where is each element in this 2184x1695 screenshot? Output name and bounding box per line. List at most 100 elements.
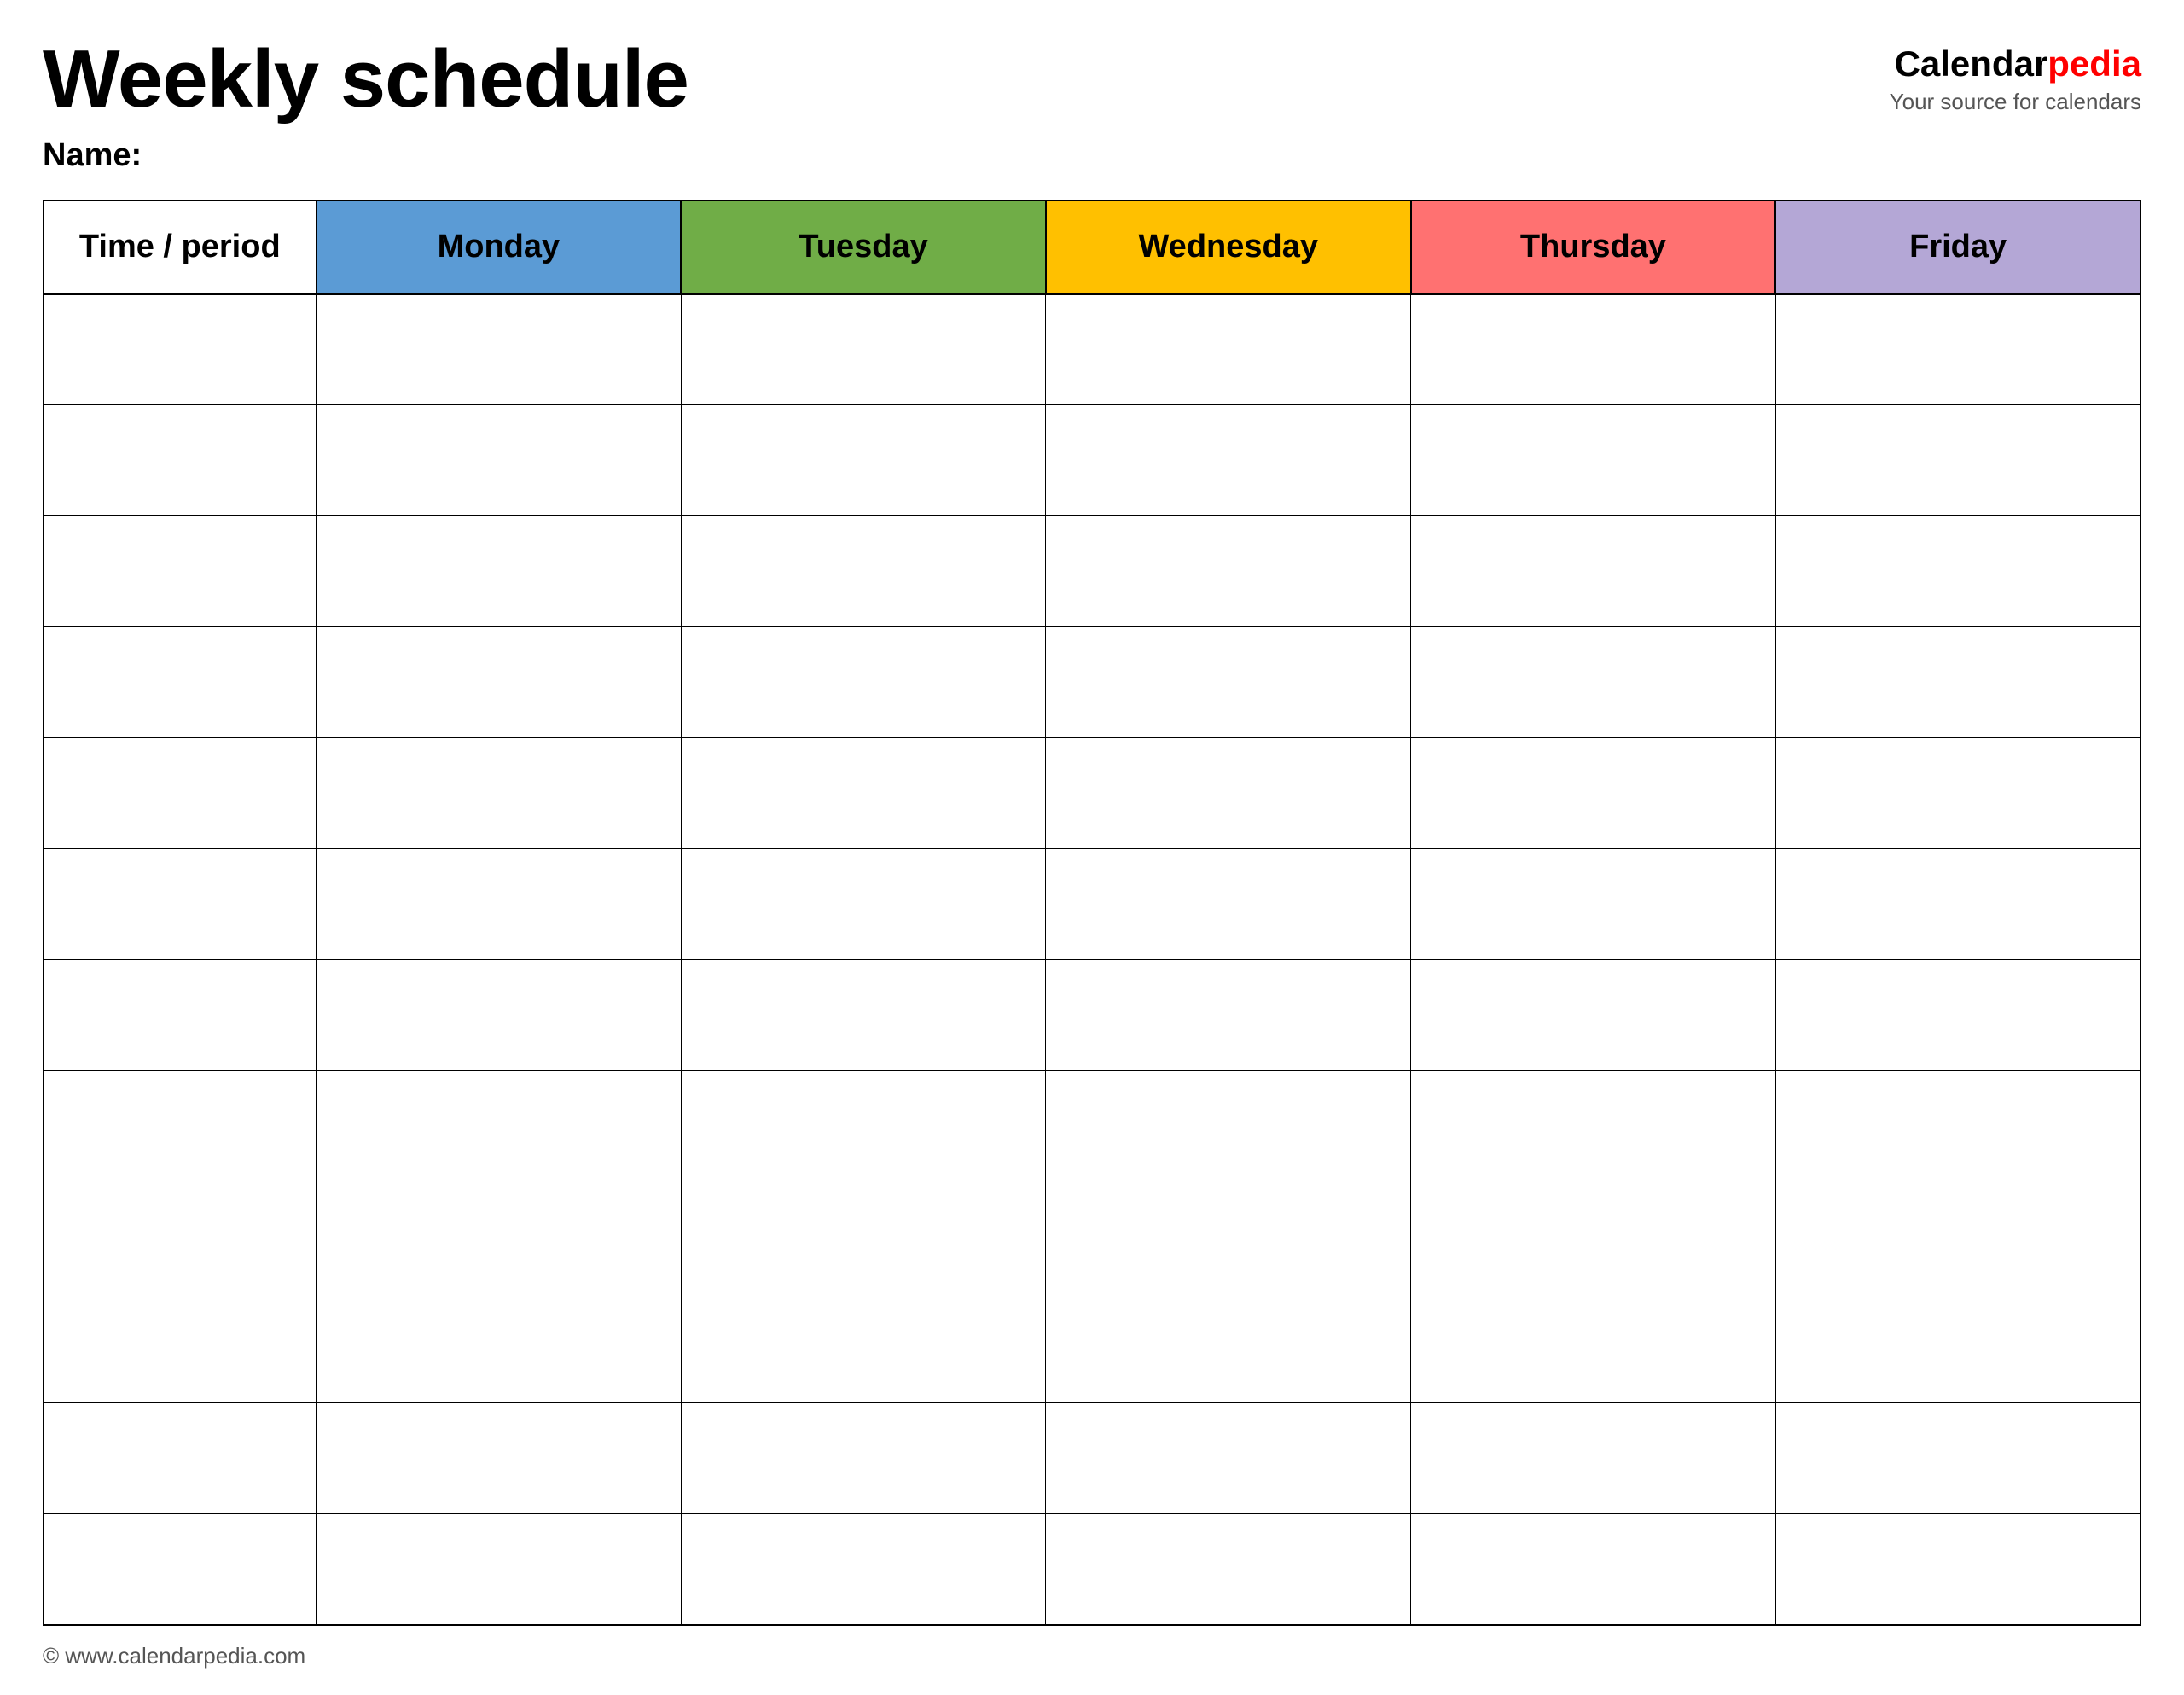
table-cell[interactable] [317,627,682,738]
table-cell[interactable] [1411,294,1776,405]
col-header-friday: Friday [1775,200,2140,294]
table-cell[interactable] [317,849,682,960]
table-cell[interactable] [317,1181,682,1292]
table-cell[interactable] [1046,960,1411,1071]
col-header-tuesday: Tuesday [681,200,1046,294]
table-cell[interactable] [44,294,317,405]
table-cell[interactable] [317,405,682,516]
table-cell[interactable] [681,1181,1046,1292]
table-cell[interactable] [1046,849,1411,960]
table-header-row: Time / period Monday Tuesday Wednesday T… [44,200,2140,294]
table-cell[interactable] [681,849,1046,960]
table-cell[interactable] [44,516,317,627]
table-cell[interactable] [1411,627,1776,738]
table-cell[interactable] [44,1181,317,1292]
table-cell[interactable] [1411,516,1776,627]
table-cell[interactable] [681,516,1046,627]
table-cell[interactable] [1046,1403,1411,1514]
table-cell[interactable] [44,1514,317,1625]
table-cell[interactable] [1046,1514,1411,1625]
logo-text: Calendarpedia [1890,43,2141,85]
footer-url: © www.calendarpedia.com [43,1643,305,1669]
table-cell[interactable] [1046,627,1411,738]
logo-calendar-part: Calendar [1895,44,2048,84]
table-cell[interactable] [681,1071,1046,1181]
col-header-wednesday: Wednesday [1046,200,1411,294]
table-cell[interactable] [1411,1071,1776,1181]
logo-tagline: Your source for calendars [1890,89,2141,115]
col-header-time: Time / period [44,200,317,294]
table-cell[interactable] [681,960,1046,1071]
table-cell[interactable] [681,405,1046,516]
table-cell[interactable] [1775,627,2140,738]
table-cell[interactable] [1411,738,1776,849]
table-cell[interactable] [1046,1071,1411,1181]
table-cell[interactable] [681,1514,1046,1625]
table-cell[interactable] [317,1514,682,1625]
table-cell[interactable] [1775,1181,2140,1292]
table-cell[interactable] [44,627,317,738]
table-cell[interactable] [44,1292,317,1403]
table-cell[interactable] [44,849,317,960]
table-cell[interactable] [1775,738,2140,849]
weekly-schedule-table: Time / period Monday Tuesday Wednesday T… [43,200,2141,1626]
table-cell[interactable] [44,960,317,1071]
table-cell[interactable] [1775,405,2140,516]
table-cell[interactable] [1046,1292,1411,1403]
table-row [44,960,2140,1071]
table-cell[interactable] [681,1403,1046,1514]
table-row [44,1181,2140,1292]
col-header-thursday: Thursday [1411,200,1776,294]
table-cell[interactable] [317,960,682,1071]
col-header-monday: Monday [317,200,682,294]
logo-pedia-part: pedia [2048,44,2141,84]
table-cell[interactable] [681,627,1046,738]
table-cell[interactable] [1775,516,2140,627]
table-cell[interactable] [1775,1403,2140,1514]
table-cell[interactable] [1411,1403,1776,1514]
name-label: Name: [43,137,688,174]
table-cell[interactable] [1775,960,2140,1071]
table-cell[interactable] [681,738,1046,849]
title-area: Weekly schedule Name: [43,34,688,174]
table-row [44,405,2140,516]
table-cell[interactable] [317,1071,682,1181]
table-cell[interactable] [1046,516,1411,627]
table-cell[interactable] [317,516,682,627]
table-cell[interactable] [44,1071,317,1181]
table-cell[interactable] [1411,1181,1776,1292]
table-cell[interactable] [1775,1292,2140,1403]
table-row [44,1403,2140,1514]
table-cell[interactable] [681,294,1046,405]
table-row [44,849,2140,960]
table-cell[interactable] [44,738,317,849]
table-cell[interactable] [1411,1292,1776,1403]
table-cell[interactable] [1046,405,1411,516]
table-cell[interactable] [1775,1514,2140,1625]
table-row [44,627,2140,738]
table-cell[interactable] [1775,1071,2140,1181]
table-cell[interactable] [1411,1514,1776,1625]
table-row [44,294,2140,405]
table-cell[interactable] [1046,1181,1411,1292]
header: Weekly schedule Name: Calendarpedia Your… [43,34,2141,174]
table-row [44,1514,2140,1625]
table-row [44,516,2140,627]
page-title: Weekly schedule [43,34,688,125]
table-cell[interactable] [317,738,682,849]
table-cell[interactable] [317,1292,682,1403]
table-cell[interactable] [1046,294,1411,405]
table-cell[interactable] [1775,849,2140,960]
table-cell[interactable] [1046,738,1411,849]
table-cell[interactable] [44,405,317,516]
table-cell[interactable] [317,1403,682,1514]
table-cell[interactable] [317,294,682,405]
table-cell[interactable] [681,1292,1046,1403]
table-cell[interactable] [1411,849,1776,960]
footer: © www.calendarpedia.com [43,1643,2141,1669]
table-cell[interactable] [1775,294,2140,405]
table-cell[interactable] [1411,960,1776,1071]
table-cell[interactable] [44,1403,317,1514]
table-row [44,738,2140,849]
table-cell[interactable] [1411,405,1776,516]
